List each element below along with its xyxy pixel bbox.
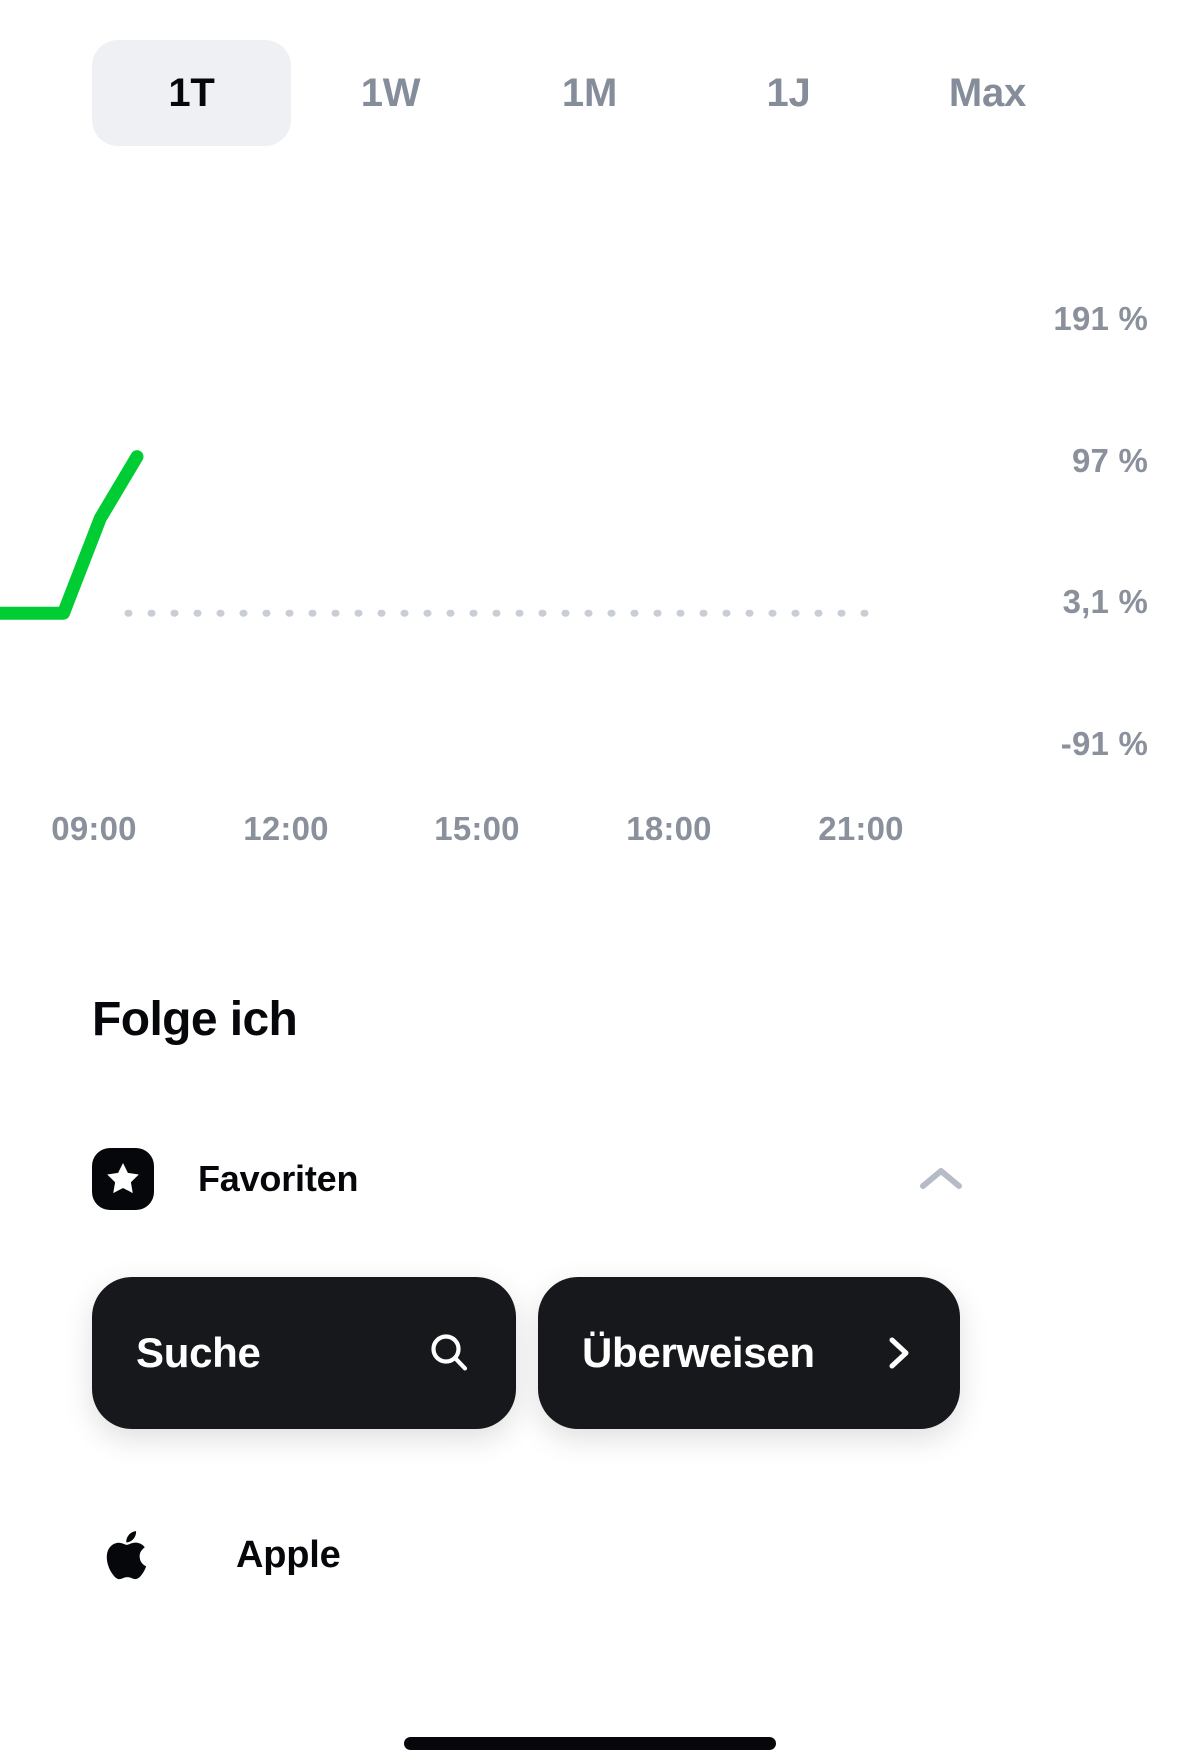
range-tab-max[interactable]: Max: [888, 40, 1087, 146]
search-icon: [426, 1330, 472, 1376]
range-tab-1j[interactable]: 1J: [689, 40, 888, 146]
y-axis-label-2: 3,1 %: [1062, 583, 1148, 620]
x-axis-label-3: 18:00: [626, 810, 712, 847]
range-tab-1t[interactable]: 1T: [92, 40, 291, 146]
group-label-favoriten: Favoriten: [198, 1158, 359, 1199]
floating-action-bar: Suche Überweisen: [92, 1277, 960, 1429]
list-item[interactable]: Apple: [92, 1500, 992, 1610]
list-item-name: Apple: [236, 1533, 341, 1576]
y-axis-label-0: 191 %: [1053, 300, 1148, 337]
range-tab-1m[interactable]: 1M: [490, 40, 689, 146]
transfer-button-label: Überweisen: [582, 1329, 815, 1376]
chevron-right-icon: [882, 1330, 916, 1376]
group-row-favoriten[interactable]: Favoriten: [92, 1144, 964, 1214]
chevron-up-icon[interactable]: [918, 1156, 964, 1202]
following-section-title: Folge ich: [92, 993, 298, 1046]
app-screen: 1T 1W 1M 1J Max 191 % 97 % 3,1 % -91 % 0…: [0, 0, 1179, 1764]
range-tab-1w[interactable]: 1W: [291, 40, 490, 146]
x-axis-label-2: 15:00: [434, 810, 520, 847]
transfer-button[interactable]: Überweisen: [538, 1277, 960, 1429]
x-axis-label-0: 09:00: [51, 810, 137, 847]
star-icon: [92, 1148, 154, 1210]
home-indicator: [403, 1737, 776, 1750]
y-axis-label-1: 97 %: [1071, 442, 1148, 479]
search-button-label: Suche: [136, 1329, 261, 1376]
chart-range-tabs: 1T 1W 1M 1J Max: [0, 40, 1179, 146]
tabs-left-spacer: [0, 40, 92, 146]
x-axis-label-4: 21:00: [818, 810, 904, 847]
search-button[interactable]: Suche: [92, 1277, 516, 1429]
series-line-performance: [0, 450, 144, 620]
apple-logo-icon: [92, 1519, 164, 1591]
x-axis: 09:00 12:00 15:00 18:00 21:00: [0, 810, 1179, 860]
y-axis-label-3: -91 %: [1060, 725, 1148, 762]
performance-chart[interactable]: 191 % 97 % 3,1 % -91 % 09:00 12:00 15:00…: [0, 160, 1179, 950]
tabs-right-spacer: [1087, 40, 1179, 146]
x-axis-label-1: 12:00: [243, 810, 329, 847]
